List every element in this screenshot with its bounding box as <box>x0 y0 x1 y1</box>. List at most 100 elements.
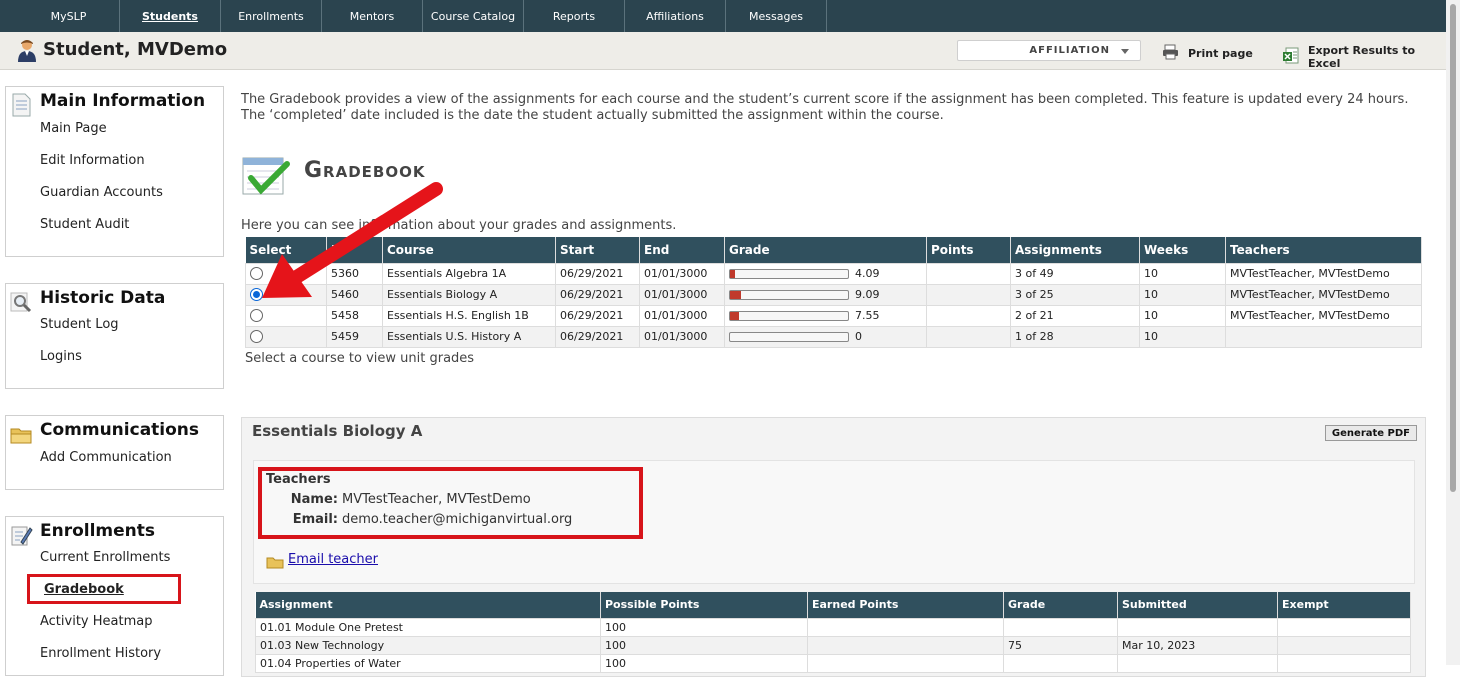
select-course-hint: Select a course to view unit grades <box>245 351 475 366</box>
cell-assignments: 1 of 28 <box>1010 325 1140 348</box>
sidebar-item-gradebook[interactable]: Gradebook <box>27 574 181 604</box>
cell-start: 06/29/2021 <box>555 262 640 285</box>
sidebar-item-guardian-accounts[interactable]: Guardian Accounts <box>40 185 163 200</box>
excel-icon <box>1282 47 1300 68</box>
assignments-table: Assignment Possible Points Earned Points… <box>255 592 1411 673</box>
grade-progress-fill <box>730 270 735 278</box>
scrollbar-thumb[interactable] <box>1450 4 1456 492</box>
nav-tab-mentors[interactable]: Mentors <box>322 0 423 32</box>
column-header: Teachers <box>1225 237 1422 263</box>
table-row[interactable]: 5460 Essentials Biology A 06/29/2021 01/01/… <box>245 283 1422 306</box>
courses-table: Select ID Course Start End Grade Points … <box>245 237 1422 348</box>
cell-submitted <box>1117 617 1278 637</box>
column-header: Weeks <box>1139 237 1226 263</box>
column-header: Earned Points <box>807 592 1004 618</box>
cell-weeks: 10 <box>1139 262 1226 285</box>
cell-submitted: Mar 10, 2023 <box>1117 635 1278 655</box>
cell-start: 06/29/2021 <box>555 304 640 327</box>
teacher-name-label: Name: <box>290 492 338 507</box>
cell-assignment: 01.04 Properties of Water <box>255 653 601 673</box>
table-header-row: Select ID Course Start End Grade Points … <box>245 237 1422 263</box>
cell-course: Essentials Algebra 1A <box>382 262 556 285</box>
cell-assignment: 01.03 New Technology <box>255 635 601 655</box>
cell-end: 01/01/3000 <box>639 283 725 306</box>
cell-exempt <box>1277 617 1411 637</box>
print-icon <box>1162 44 1180 63</box>
nav-tab-messages[interactable]: Messages <box>726 0 827 32</box>
sidebar-main-information: Main Information Main Page Edit Informat… <box>5 86 224 257</box>
grade-value: 9.09 <box>855 288 880 301</box>
cell-exempt <box>1277 635 1411 655</box>
cell-possible: 100 <box>600 635 808 655</box>
sidebar-item-current-enrollments[interactable]: Current Enrollments <box>40 550 170 565</box>
column-header: Submitted <box>1117 592 1278 618</box>
cell-points <box>926 304 1011 327</box>
sidebar-item-activity-heatmap[interactable]: Activity Heatmap <box>40 614 152 629</box>
nav-tab-course-catalog[interactable]: Course Catalog <box>423 0 524 32</box>
cell-teachers: MVTestTeacher, MVTestDemo <box>1225 262 1422 285</box>
cell-teachers <box>1225 325 1422 348</box>
table-row[interactable]: 5360 Essentials Algebra 1A 06/29/2021 01/01… <box>245 262 1422 285</box>
affiliation-select[interactable]: AFFILIATION <box>957 40 1141 61</box>
course-select-radio[interactable] <box>250 288 263 302</box>
sidebar-communications: Communications Add Communication <box>5 415 224 490</box>
cell-teachers: MVTestTeacher, MVTestDemo <box>1225 283 1422 306</box>
export-excel-button[interactable]: Export Results to Excel <box>1282 44 1446 70</box>
sidebar-item-add-communication[interactable]: Add Communication <box>40 450 172 465</box>
grade-progress-bar <box>729 332 849 342</box>
table-header-row: Assignment Possible Points Earned Points… <box>255 592 1411 618</box>
cell-points <box>926 262 1011 285</box>
student-name: Student, MVDemo <box>43 39 228 60</box>
course-select-radio[interactable] <box>250 330 263 344</box>
gradebook-check-icon <box>241 156 291 202</box>
column-header: Course <box>382 237 556 263</box>
grade-value: 7.55 <box>855 309 880 322</box>
column-header: ID <box>326 237 383 263</box>
cell-grade: 4.09 <box>724 262 927 285</box>
print-page-button[interactable]: Print page <box>1162 44 1253 63</box>
top-nav: MySLP Students Enrollments Mentors Cours… <box>0 0 1446 32</box>
vertical-scrollbar[interactable] <box>1446 0 1460 665</box>
sidebar-item-logins[interactable]: Logins <box>40 349 82 364</box>
column-header: Possible Points <box>600 592 808 618</box>
sidebar-item-edit-information[interactable]: Edit Information <box>40 153 145 168</box>
cell-grade <box>1003 617 1118 637</box>
table-row[interactable]: 5458 Essentials H.S. English 1B 06/29/2021… <box>245 304 1422 327</box>
column-header: End <box>639 237 725 263</box>
cell-submitted <box>1117 653 1278 673</box>
nav-tab-students[interactable]: Students <box>120 0 221 32</box>
teacher-email-row: Email: demo.teacher@michiganvirtual.org <box>266 512 573 527</box>
sidebar-heading: Main Information <box>40 91 206 111</box>
folder-icon <box>9 421 33 451</box>
cell-exempt <box>1277 653 1411 673</box>
page-title: Gradebook <box>304 158 426 183</box>
nav-tab-enrollments[interactable]: Enrollments <box>221 0 322 32</box>
cell-end: 01/01/3000 <box>639 304 725 327</box>
table-row[interactable]: 5459 Essentials U.S. History A 06/29/2021 0… <box>245 325 1422 348</box>
sidebar-item-student-audit[interactable]: Student Audit <box>40 217 129 232</box>
sidebar-heading: Historic Data <box>40 288 166 308</box>
nav-tab-affiliations[interactable]: Affiliations <box>625 0 726 32</box>
nav-tab-myslp[interactable]: MySLP <box>18 0 120 32</box>
column-header: Exempt <box>1277 592 1411 618</box>
cell-assignments: 3 of 49 <box>1010 262 1140 285</box>
student-header: Student, MVDemo AFFILIATION Print page E… <box>0 32 1446 70</box>
nav-tab-reports[interactable]: Reports <box>524 0 625 32</box>
cell-weeks: 10 <box>1139 283 1226 306</box>
course-select-radio[interactable] <box>250 309 263 323</box>
sidebar-item-main-page[interactable]: Main Page <box>40 121 107 136</box>
cell-grade: 9.09 <box>724 283 927 306</box>
sidebar-item-enrollment-history[interactable]: Enrollment History <box>40 646 161 661</box>
document-icon <box>9 92 33 122</box>
sidebar-item-student-log[interactable]: Student Log <box>40 317 119 332</box>
cell-weeks: 10 <box>1139 304 1226 327</box>
sidebar-historic-data: Historic Data Student Log Logins <box>5 283 224 389</box>
course-select-radio[interactable] <box>250 267 263 281</box>
cell-points <box>926 283 1011 306</box>
cell-assignments: 2 of 21 <box>1010 304 1140 327</box>
grade-value: 4.09 <box>855 267 880 280</box>
email-teacher-link[interactable]: Email teacher <box>288 552 378 567</box>
teacher-name-value: MVTestTeacher, MVTestDemo <box>342 492 531 507</box>
grade-progress-bar <box>729 290 849 300</box>
generate-pdf-button[interactable]: Generate PDF <box>1324 425 1417 441</box>
